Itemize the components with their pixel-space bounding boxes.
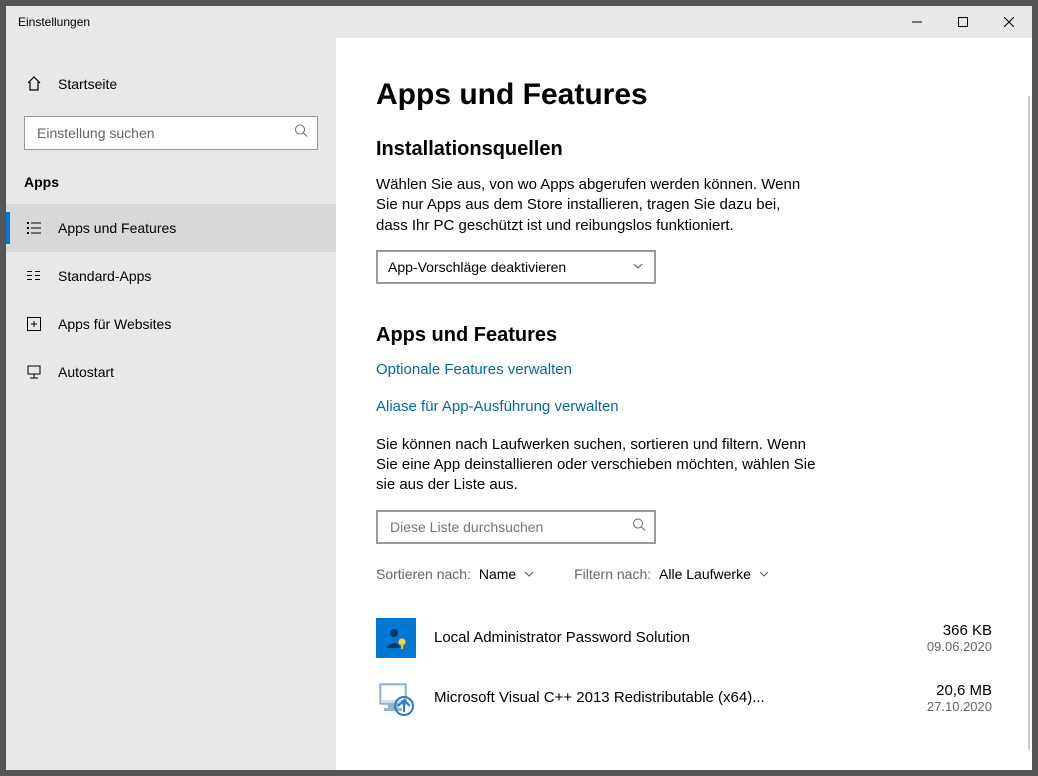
app-date: 27.10.2020	[927, 699, 992, 714]
search-icon	[632, 517, 646, 536]
chevron-down-icon	[632, 259, 644, 275]
apps-section-heading: Apps und Features	[376, 324, 992, 347]
app-date: 09.06.2020	[927, 639, 992, 654]
scrollbar[interactable]	[1028, 96, 1030, 750]
app-icon	[376, 678, 416, 718]
sidebar-item-label: Apps und Features	[58, 220, 176, 236]
home-icon	[24, 76, 44, 92]
install-sources-description: Wählen Sie aus, von wo Apps abgerufen we…	[376, 175, 816, 236]
sidebar-item-apps-features[interactable]: Apps und Features	[6, 204, 336, 252]
sort-label: Sortieren nach:	[376, 566, 471, 582]
app-size: 366 KB	[927, 622, 992, 639]
filter-value: Alle Laufwerke	[659, 566, 751, 582]
link-execution-aliases[interactable]: Aliase für App-Ausführung verwalten	[376, 398, 992, 415]
app-icon	[376, 618, 416, 658]
chevron-down-icon	[524, 566, 534, 582]
sidebar-item-default-apps[interactable]: Standard-Apps	[6, 252, 336, 300]
apps-section-description: Sie können nach Laufwerken suchen, sorti…	[376, 435, 816, 496]
app-size: 20,6 MB	[927, 682, 992, 699]
sidebar-item-label: Standard-Apps	[58, 268, 151, 284]
sidebar-item-apps-websites[interactable]: Apps für Websites	[6, 300, 336, 348]
page-title: Apps und Features	[376, 78, 992, 112]
main-content: Apps und Features Installationsquellen W…	[336, 38, 1032, 770]
minimize-button[interactable]	[894, 6, 940, 38]
sidebar-section-label: Apps	[6, 168, 336, 204]
defaults-icon	[24, 268, 44, 284]
sidebar-home[interactable]: Startseite	[6, 64, 336, 104]
close-button[interactable]	[986, 6, 1032, 38]
app-list-item[interactable]: Local Administrator Password Solution 36…	[376, 608, 992, 668]
sidebar-item-label: Apps für Websites	[58, 316, 171, 332]
sidebar: Startseite Apps Apps und Features	[6, 38, 336, 770]
sidebar-home-label: Startseite	[58, 76, 117, 92]
install-sources-heading: Installationsquellen	[376, 138, 992, 161]
app-list-search-input[interactable]	[376, 510, 656, 544]
startup-icon	[24, 364, 44, 380]
search-icon	[294, 124, 308, 143]
maximize-button[interactable]	[940, 6, 986, 38]
sort-control[interactable]: Sortieren nach: Name	[376, 566, 534, 582]
sort-value: Name	[479, 566, 516, 582]
app-name: Local Administrator Password Solution	[434, 629, 927, 646]
app-name: Microsoft Visual C++ 2013 Redistributabl…	[434, 689, 927, 706]
filter-label: Filtern nach:	[574, 566, 651, 582]
settings-search-input[interactable]	[24, 116, 318, 150]
app-list-item[interactable]: Microsoft Visual C++ 2013 Redistributabl…	[376, 668, 992, 728]
install-sources-dropdown[interactable]: App-Vorschläge deaktivieren	[376, 250, 656, 284]
list-icon	[24, 220, 44, 236]
sidebar-item-autostart[interactable]: Autostart	[6, 348, 336, 396]
filter-control[interactable]: Filtern nach: Alle Laufwerke	[574, 566, 769, 582]
window-title: Einstellungen	[18, 15, 90, 29]
titlebar: Einstellungen	[6, 6, 1032, 38]
link-optional-features[interactable]: Optionale Features verwalten	[376, 361, 992, 378]
sidebar-item-label: Autostart	[58, 364, 114, 380]
open-icon	[24, 316, 44, 332]
chevron-down-icon	[759, 566, 769, 582]
dropdown-value: App-Vorschläge deaktivieren	[388, 259, 566, 275]
